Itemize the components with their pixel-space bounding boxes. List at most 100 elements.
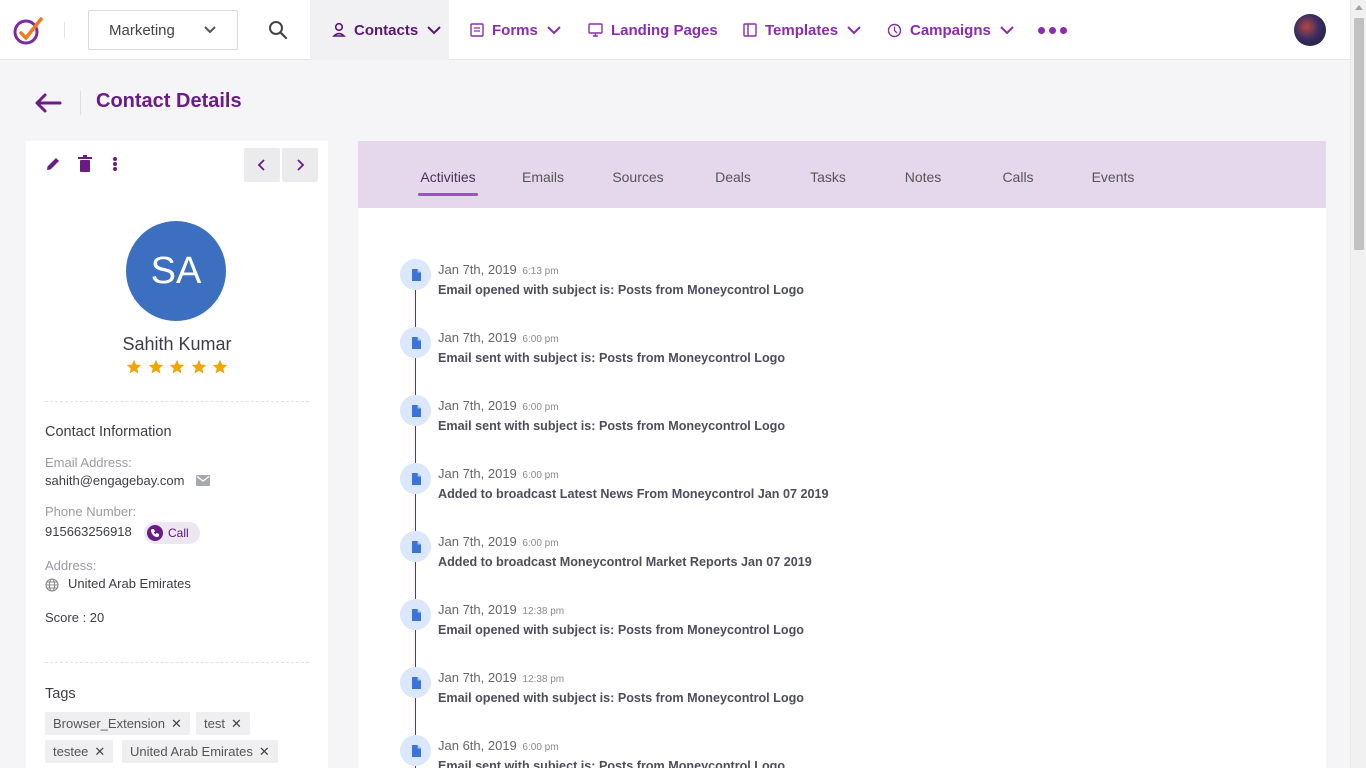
star-icon[interactable] [169, 359, 185, 375]
previous-contact-button[interactable] [244, 148, 280, 182]
activity-item[interactable]: Jan 7th, 2019 12:38 pm Email opened with … [400, 667, 1100, 715]
tag-chip[interactable]: Browser_Extension ✕ [45, 712, 190, 735]
activity-date: Jan 6th, 2019 6:00 pm [438, 738, 559, 753]
nav-templates[interactable]: Templates [743, 0, 862, 60]
close-icon[interactable]: ✕ [171, 716, 182, 732]
phone-icon [147, 525, 163, 541]
search-icon[interactable] [266, 18, 290, 42]
tab-sources[interactable]: Sources [608, 169, 668, 185]
divider [45, 662, 309, 663]
nav-contacts[interactable]: Contacts [310, 0, 449, 60]
activity-date-text: Jan 7th, 2019 [438, 398, 517, 413]
activity-date: Jan 7th, 2019 12:38 pm [438, 602, 564, 617]
activity-panel: Activities Emails Sources Deals Tasks No… [358, 141, 1326, 768]
tag-label: United Arab Emirates [130, 744, 253, 759]
chevron-left-icon [257, 159, 265, 171]
close-icon[interactable]: ✕ [94, 744, 105, 760]
product-switcher[interactable]: Marketing [88, 10, 238, 50]
call-button[interactable]: Call [144, 522, 200, 544]
tab-tasks[interactable]: Tasks [798, 169, 858, 185]
activity-time: 12:38 pm [522, 606, 565, 617]
nav-campaigns[interactable]: Campaigns [887, 0, 1015, 60]
address-value: United Arab Emirates [68, 576, 191, 591]
chevron-right-icon [297, 159, 305, 171]
scrollbar-thumb[interactable] [1354, 18, 1364, 250]
user-icon [332, 22, 346, 38]
activity-date-text: Jan 7th, 2019 [438, 602, 517, 617]
user-avatar[interactable] [1294, 14, 1326, 46]
scroll-up-icon[interactable] [1355, 5, 1363, 10]
activity-date: Jan 7th, 2019 6:00 pm [438, 534, 559, 549]
tag-chip[interactable]: testee ✕ [45, 740, 114, 763]
activity-item[interactable]: Jan 6th, 2019 6:00 pm Email sent with sub… [400, 735, 1100, 768]
globe-icon [45, 578, 59, 592]
star-icon[interactable] [212, 359, 228, 375]
close-icon[interactable]: ✕ [259, 744, 270, 760]
activity-date: Jan 7th, 2019 6:13 pm [438, 262, 559, 277]
top-navbar: Marketing Contacts Forms Landing Pages T… [0, 0, 1350, 60]
activity-time: 6:00 pm [522, 470, 559, 481]
activity-item[interactable]: Jan 7th, 2019 6:13 pm Email opened with s… [400, 259, 1100, 307]
tab-notes[interactable]: Notes [893, 169, 953, 185]
form-icon [470, 23, 484, 37]
nav-landing-pages[interactable]: Landing Pages [588, 0, 718, 60]
back-arrow-icon[interactable] [34, 92, 62, 114]
activity-date-text: Jan 7th, 2019 [438, 466, 517, 481]
call-button-label: Call [168, 526, 189, 540]
star-rating[interactable] [126, 359, 228, 375]
kebab-menu-icon[interactable] [112, 155, 118, 173]
close-icon[interactable]: ✕ [231, 716, 242, 732]
mail-icon[interactable] [196, 475, 210, 486]
activity-item[interactable]: Jan 7th, 2019 6:00 pm Email sent with sub… [400, 395, 1100, 443]
activity-item[interactable]: Jan 7th, 2019 12:38 pm Email opened with … [400, 599, 1100, 647]
star-icon[interactable] [126, 359, 142, 375]
activity-time: 6:00 pm [522, 742, 559, 753]
product-switcher-label: Marketing [109, 21, 175, 39]
activity-time: 12:38 pm [522, 674, 565, 685]
activity-date-text: Jan 6th, 2019 [438, 738, 517, 753]
activity-description: Email opened with subject is: Posts from… [438, 623, 804, 637]
email-value[interactable]: sahith@engagebay.com [45, 473, 184, 488]
tag-label: Browser_Extension [53, 716, 165, 731]
document-icon [400, 327, 431, 358]
page-scrollbar[interactable] [1350, 0, 1366, 768]
delete-icon[interactable] [77, 155, 93, 173]
next-contact-button[interactable] [282, 148, 318, 182]
star-icon[interactable] [148, 359, 164, 375]
activity-date: Jan 7th, 2019 6:00 pm [438, 466, 559, 481]
tab-calls[interactable]: Calls [988, 169, 1048, 185]
contact-info-heading: Contact Information [45, 424, 172, 440]
activity-date: Jan 7th, 2019 12:38 pm [438, 670, 564, 685]
tab-deals[interactable]: Deals [703, 169, 763, 185]
document-icon [400, 463, 431, 494]
tag-label: testee [53, 744, 89, 759]
activity-item[interactable]: Jan 7th, 2019 6:00 pm Email sent with sub… [400, 327, 1100, 375]
nav-forms[interactable]: Forms [470, 0, 562, 60]
activity-date: Jan 7th, 2019 6:00 pm [438, 398, 559, 413]
activity-description: Email sent with subject is: Posts from M… [438, 419, 786, 433]
tab-events[interactable]: Events [1083, 169, 1143, 185]
activity-description: Added to broadcast Latest News From Mone… [438, 487, 829, 501]
page-title: Contact Details [96, 90, 242, 112]
tab-emails[interactable]: Emails [513, 169, 573, 185]
score-value: Score : 20 [45, 610, 105, 625]
tag-chip[interactable]: United Arab Emirates ✕ [122, 740, 278, 763]
monitor-icon [588, 23, 603, 37]
document-icon [400, 735, 431, 766]
document-icon [400, 259, 431, 290]
nav-campaigns-label: Campaigns [910, 21, 991, 39]
tag-chip[interactable]: test ✕ [196, 712, 250, 735]
activity-time: 6:13 pm [522, 266, 559, 277]
star-icon[interactable] [191, 359, 207, 375]
activity-item[interactable]: Jan 7th, 2019 6:00 pm Added to broadcast … [400, 463, 1100, 511]
phone-value[interactable]: 915663256918 [45, 524, 132, 539]
activity-item[interactable]: Jan 7th, 2019 6:00 pm Added to broadcast … [400, 531, 1100, 579]
document-icon [400, 667, 431, 698]
edit-icon[interactable] [44, 155, 62, 173]
tab-activities[interactable]: Activities [418, 169, 478, 185]
activity-date-text: Jan 7th, 2019 [438, 534, 517, 549]
activity-description: Email sent with subject is: Posts from M… [438, 351, 786, 365]
engagebay-logo-icon[interactable] [12, 14, 44, 46]
title-divider [80, 91, 81, 115]
more-options-icon[interactable] [1038, 27, 1067, 34]
